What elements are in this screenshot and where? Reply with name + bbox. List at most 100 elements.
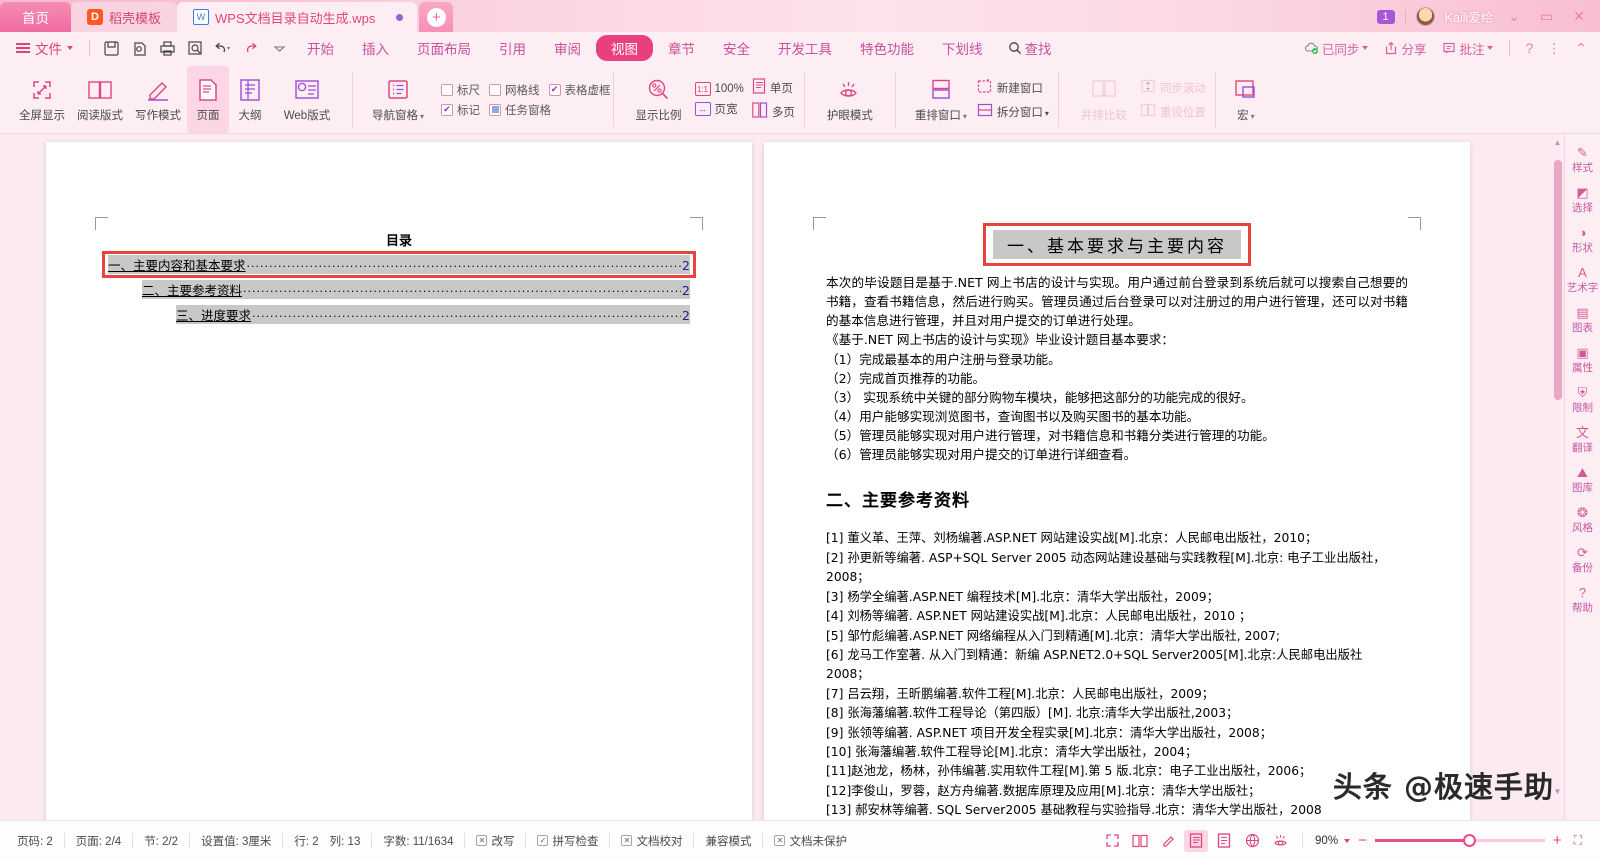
minimize-button[interactable]: ⌄ — [1503, 8, 1525, 25]
close-button[interactable]: ✕ — [1568, 8, 1590, 25]
help-button[interactable]: ? — [1520, 40, 1538, 56]
customize-quick-access-icon[interactable] — [266, 36, 292, 60]
sidebar-item-shape[interactable]: ◑ 形状 — [1566, 222, 1600, 259]
status-row[interactable]: 行: 2 — [283, 833, 329, 849]
file-menu-button[interactable]: 文件 — [8, 36, 81, 60]
single-page-button[interactable]: 单页 — [752, 78, 795, 97]
status-overwrite-toggle[interactable]: ✕ 改写 — [465, 833, 525, 849]
reading-layout-button[interactable]: 阅读版式 — [71, 66, 129, 133]
status-setting-value[interactable]: 设置值: 3厘米 — [190, 833, 282, 849]
sidebar-item-chart[interactable]: ▤ 图表 — [1566, 302, 1600, 339]
sidebar-item-property[interactable]: ▣ 属性 — [1566, 342, 1600, 379]
new-window-button[interactable]: 新建窗口 — [977, 78, 1049, 97]
checkbox-gridlines[interactable]: 网格线 — [489, 82, 540, 98]
status-protection-toggle[interactable]: ✕ 文档未保护 — [763, 833, 858, 849]
undo-icon[interactable] — [210, 36, 236, 60]
comment-button[interactable]: 批注 — [1436, 36, 1499, 61]
redo-icon[interactable] — [238, 36, 264, 60]
checkbox-task-pane[interactable]: 任务窗格 — [489, 102, 551, 118]
tab-start[interactable]: 开始 — [294, 35, 347, 61]
tab-view[interactable]: 视图 — [596, 35, 653, 61]
tab-review[interactable]: 审阅 — [541, 35, 594, 61]
sidebar-item-theme[interactable]: ❂ 风格 — [1566, 502, 1600, 539]
share-button[interactable]: 分享 — [1378, 36, 1432, 61]
rearrange-window-button[interactable]: 重排窗口 — [905, 66, 977, 133]
macro-button[interactable]: 宏 — [1225, 66, 1267, 133]
page-width-button[interactable]: ↔ 页宽 — [694, 101, 744, 117]
document-page-right[interactable]: 一、基本要求与主要内容 本次的毕设题目是基于.NET 网上书店的设计与实现。用户… — [764, 142, 1470, 820]
status-section[interactable]: 节: 2/2 — [133, 833, 189, 849]
find-button[interactable]: 查找 — [998, 35, 1062, 61]
sidebar-item-select[interactable]: ◩ 选择 — [1566, 182, 1600, 219]
status-write-mode-button[interactable] — [1156, 830, 1180, 852]
tab-references[interactable]: 引用 — [486, 35, 539, 61]
zoom-level-value[interactable]: 90% — [1313, 835, 1340, 847]
zoom-in-button[interactable]: + — [1549, 832, 1566, 849]
fit-page-button[interactable]: ⛶ — [1570, 833, 1586, 848]
toc-entry-1[interactable]: 一、主要内容和基本要求 ····························… — [102, 251, 696, 278]
status-fullscreen-button[interactable] — [1100, 830, 1124, 852]
status-column[interactable]: 列: 13 — [330, 833, 372, 849]
print-icon[interactable] — [154, 36, 180, 60]
avatar[interactable] — [1415, 7, 1435, 26]
tab-security[interactable]: 安全 — [710, 35, 763, 61]
write-mode-button[interactable]: 写作模式 — [129, 66, 187, 133]
save-icon[interactable] — [98, 36, 124, 60]
zoom-100-button[interactable]: 1:1 100% — [694, 82, 744, 96]
tab-chapter[interactable]: 章节 — [655, 35, 708, 61]
chevron-down-icon[interactable] — [1344, 838, 1351, 843]
more-options-button[interactable]: ⋮ — [1542, 40, 1566, 57]
sidebar-item-restrict[interactable]: ⛨ 限制 — [1566, 382, 1600, 419]
tab-docer-template[interactable]: D 稻壳模板 — [71, 2, 178, 32]
sidebar-item-help[interactable]: ? 帮助 — [1566, 582, 1600, 619]
new-tab-button[interactable]: + — [419, 2, 454, 32]
status-word-count[interactable]: 字数: 11/1634 — [372, 833, 464, 849]
vertical-scrollbar[interactable]: ▲ ▼ — [1552, 134, 1564, 820]
toc-entry-3[interactable]: 三、进度要求 ·································… — [176, 305, 690, 324]
tab-underline[interactable]: 下划线 — [929, 35, 996, 61]
nav-pane-button[interactable]: 导航窗格 — [362, 66, 434, 133]
checkbox-marks[interactable]: 标记 — [441, 102, 480, 118]
status-proofread-toggle[interactable]: ✕ 文档校对 — [610, 833, 693, 849]
status-outline-view-button[interactable] — [1212, 830, 1236, 852]
find-replace-icon[interactable] — [182, 36, 208, 60]
status-page-count[interactable]: 页面: 2/4 — [65, 833, 132, 849]
collapse-ribbon-button[interactable]: ⌃ — [1570, 40, 1592, 57]
document-page-left[interactable]: 目录 一、主要内容和基本要求 ·························… — [46, 142, 752, 820]
sidebar-item-wordart[interactable]: A 艺术字 — [1566, 262, 1600, 299]
user-name[interactable]: Kaili爱绘 — [1445, 7, 1494, 26]
page-view-button[interactable]: 页面 — [187, 66, 229, 133]
status-compat-mode[interactable]: 兼容模式 — [694, 833, 762, 849]
sidebar-item-style[interactable]: ✎ 样式 — [1566, 142, 1600, 179]
tab-special-features[interactable]: 特色功能 — [847, 35, 927, 61]
zoom-slider[interactable] — [1374, 834, 1545, 848]
maximize-button[interactable]: ▭ — [1535, 8, 1558, 25]
print-preview-icon[interactable] — [126, 36, 152, 60]
tab-document[interactable]: W WPS文档目录自动生成.wps — [177, 2, 418, 32]
multi-page-button[interactable]: 多页 — [752, 102, 795, 121]
scrollbar-thumb[interactable] — [1554, 160, 1562, 400]
zoom-out-button[interactable]: − — [1354, 832, 1371, 849]
split-window-button[interactable]: 拆分窗口 — [977, 102, 1049, 121]
checkbox-table-borders[interactable]: 表格虚框 — [548, 82, 611, 98]
status-web-view-button[interactable] — [1240, 830, 1264, 852]
scroll-down-icon[interactable]: ▼ — [1553, 787, 1562, 796]
tab-developer-tools[interactable]: 开发工具 — [765, 35, 845, 61]
tab-home[interactable]: 首页 — [0, 2, 71, 32]
outline-view-button[interactable]: 大纲 — [229, 66, 271, 133]
sidebar-item-translate[interactable]: 文 翻译 — [1566, 422, 1600, 459]
checkbox-ruler[interactable]: 标尺 — [441, 82, 480, 98]
notification-badge[interactable]: 1 — [1376, 9, 1395, 24]
tab-page-layout[interactable]: 页面布局 — [404, 35, 484, 61]
sync-status-button[interactable]: 已同步 — [1298, 36, 1375, 61]
sidebar-item-gallery[interactable]: ⛰ 图库 — [1566, 462, 1600, 499]
zoom-ratio-button[interactable]: 显示比例 — [623, 66, 695, 133]
status-reading-layout-button[interactable] — [1128, 830, 1152, 852]
web-layout-button[interactable]: Web版式 — [271, 66, 343, 133]
slider-knob[interactable] — [1463, 834, 1477, 847]
sidebar-item-backup[interactable]: ⟳ 备份 — [1566, 542, 1600, 579]
tab-insert[interactable]: 插入 — [349, 35, 402, 61]
scroll-up-icon[interactable]: ▲ — [1553, 138, 1562, 147]
pages-container[interactable]: 目录 一、主要内容和基本要求 ·························… — [0, 134, 1564, 820]
status-page-number[interactable]: 页码: 2 — [6, 833, 64, 849]
